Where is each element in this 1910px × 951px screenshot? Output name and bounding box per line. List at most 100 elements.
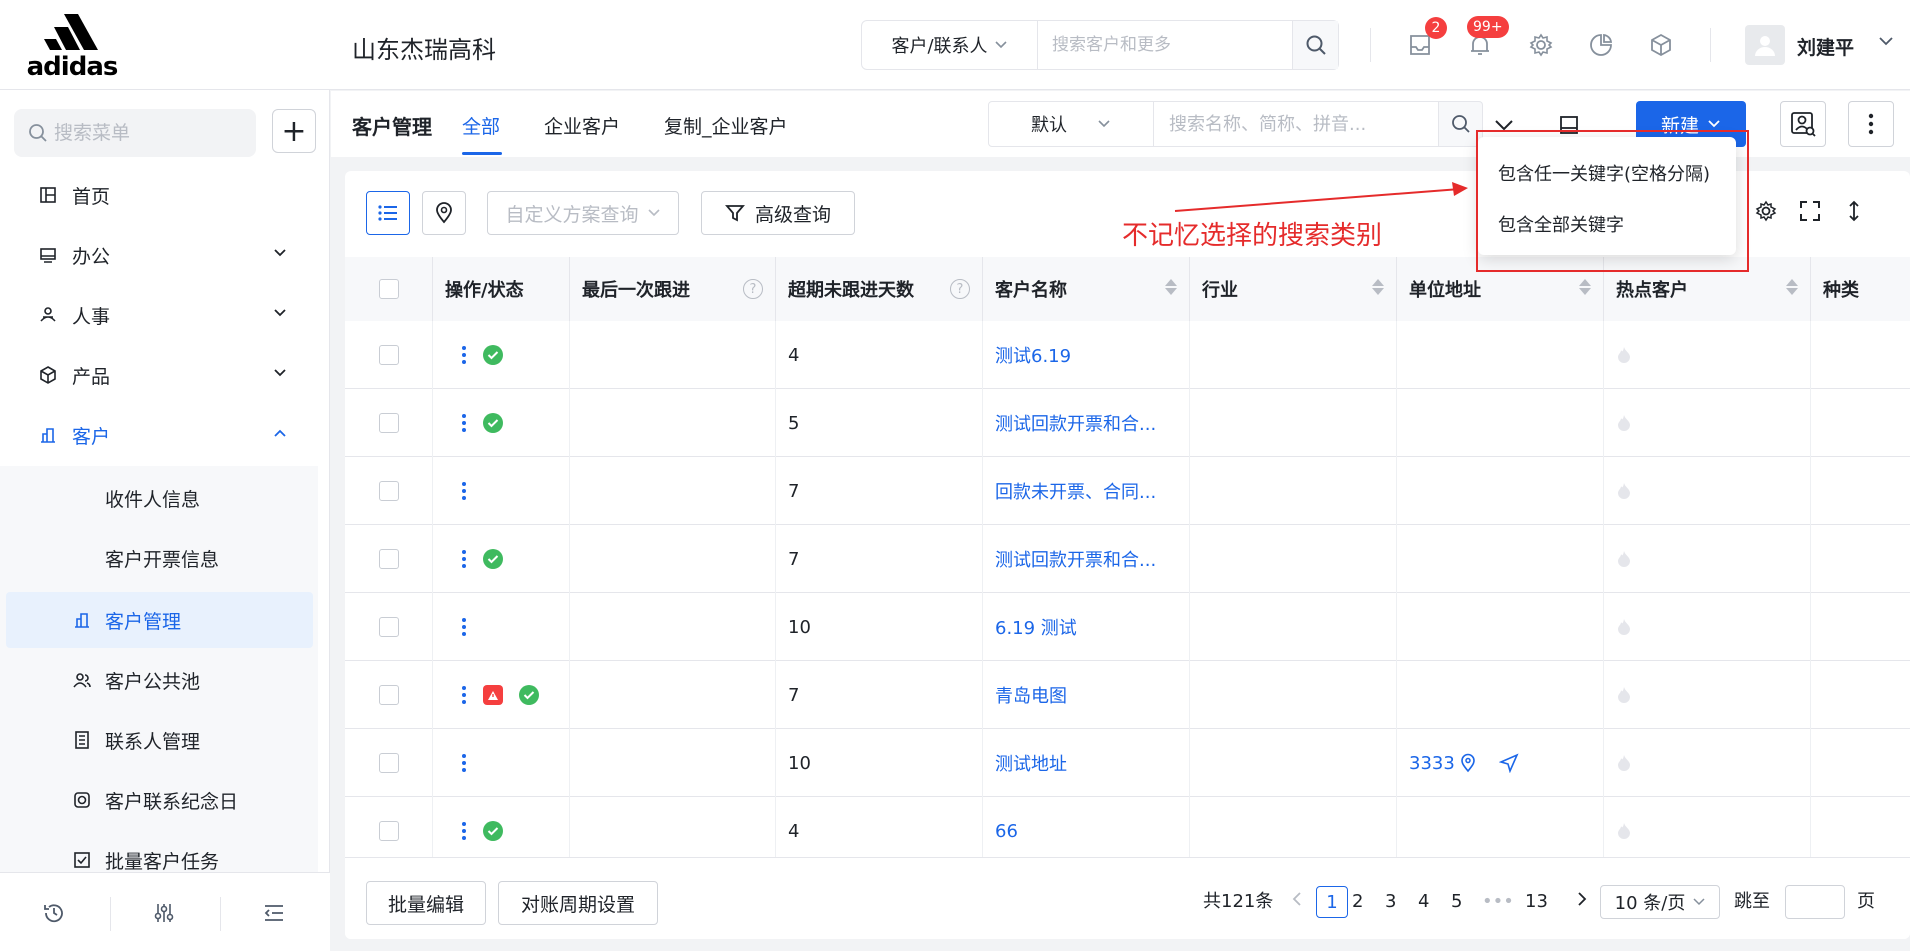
sidebar-item-invoice-info[interactable]: 客户开票信息 — [6, 530, 313, 586]
more-options-button[interactable] — [1848, 101, 1894, 147]
advanced-query-button[interactable]: 高级查询 — [701, 191, 855, 235]
sidebar-item-product[interactable]: 产品 — [0, 347, 330, 403]
tab-enterprise-customer[interactable]: 企业客户 — [544, 112, 620, 139]
address-link[interactable]: 3333 — [1409, 753, 1455, 774]
sidebar-item-customer[interactable]: 客户 — [0, 407, 330, 463]
sidebar-item-customer-management[interactable]: 客户管理 — [6, 592, 313, 648]
more-vertical-icon[interactable] — [461, 414, 467, 432]
row-checkbox[interactable] — [378, 549, 399, 569]
more-vertical-icon[interactable] — [461, 550, 467, 568]
sidebar-item-anniversary[interactable]: 客户联系纪念日 — [6, 772, 313, 828]
page-number[interactable]: 4 — [1418, 886, 1429, 918]
flame-icon[interactable] — [1616, 346, 1632, 364]
row-checkbox[interactable] — [378, 413, 399, 433]
more-vertical-icon[interactable] — [461, 822, 467, 840]
sidebar-item-contacts[interactable]: 联系人管理 — [6, 712, 313, 768]
customer-name-link[interactable]: 青岛电图 — [995, 682, 1067, 708]
location-pin-icon[interactable] — [1459, 753, 1477, 773]
sort-icon[interactable] — [1165, 279, 1177, 295]
column-header-customer-name[interactable]: 客户名称 — [983, 257, 1190, 321]
flame-icon[interactable] — [1616, 414, 1632, 432]
company-logo[interactable]: adidas — [22, 12, 122, 82]
app-button[interactable] — [1646, 30, 1676, 60]
column-header-overdue-days[interactable]: 超期未跟进天数? — [776, 257, 983, 321]
page-number[interactable]: 2 — [1352, 886, 1363, 918]
page-ellipsis[interactable]: ••• — [1482, 886, 1514, 918]
batch-edit-button[interactable]: 批量编辑 — [366, 881, 486, 925]
list-view-button[interactable] — [366, 191, 410, 235]
column-settings-button[interactable] — [1753, 198, 1779, 224]
sort-icon[interactable] — [1372, 279, 1384, 295]
row-checkbox[interactable] — [378, 345, 399, 365]
customer-name-link[interactable]: 测试地址 — [995, 750, 1067, 776]
adjust-button[interactable] — [150, 899, 178, 927]
custom-query-select[interactable]: 自定义方案查询 — [487, 191, 679, 235]
next-page-button[interactable] — [1576, 886, 1588, 918]
more-vertical-icon[interactable] — [461, 346, 467, 364]
sidebar-item-home[interactable]: 首页 — [0, 167, 330, 223]
send-icon[interactable] — [1498, 753, 1519, 773]
history-button[interactable] — [40, 899, 68, 927]
more-vertical-icon[interactable] — [461, 618, 467, 636]
customer-name-link[interactable]: 66 — [995, 821, 1018, 842]
page-number[interactable]: 1 — [1316, 886, 1348, 918]
add-menu-button[interactable]: + — [272, 109, 316, 153]
page-size-select[interactable]: 10 条/页 — [1600, 885, 1720, 919]
column-header-category[interactable]: 种类 — [1811, 257, 1910, 321]
menu-search-input[interactable] — [54, 122, 234, 144]
map-view-button[interactable] — [422, 191, 466, 235]
page-number[interactable]: 5 — [1451, 886, 1462, 918]
customer-name-link[interactable]: 6.19 测试 — [995, 614, 1077, 640]
jump-page-input[interactable] — [1785, 885, 1845, 919]
settings-button[interactable] — [1526, 30, 1556, 60]
help-icon[interactable]: ? — [743, 279, 763, 299]
avatar[interactable] — [1745, 25, 1785, 65]
search-type-select[interactable]: 客户/联系人 — [862, 21, 1038, 69]
more-vertical-icon[interactable] — [461, 754, 467, 772]
list-search-input[interactable] — [1153, 102, 1438, 146]
row-checkbox[interactable] — [378, 481, 399, 501]
period-setting-button[interactable]: 对账周期设置 — [498, 881, 658, 925]
user-menu-toggle[interactable] — [1878, 33, 1894, 54]
column-header-last-followup[interactable]: 最后一次跟进? — [570, 257, 776, 321]
flame-icon[interactable] — [1616, 618, 1632, 636]
customer-name-link[interactable]: 测试回款开票和合... — [995, 546, 1156, 572]
row-checkbox[interactable] — [378, 685, 399, 705]
customer-name-link[interactable]: 测试6.19 — [995, 342, 1071, 368]
user-name[interactable]: 刘建平 — [1797, 33, 1854, 60]
customer-lookup-button[interactable] — [1780, 101, 1826, 147]
prev-page-button[interactable] — [1291, 886, 1303, 918]
sidebar-item-public-pool[interactable]: 客户公共池 — [6, 652, 313, 708]
row-checkbox[interactable] — [378, 821, 399, 841]
flame-icon[interactable] — [1616, 686, 1632, 704]
tab-all[interactable]: 全部 — [462, 112, 500, 139]
table-row[interactable]: 10 6.19 测试 — [345, 593, 1910, 661]
collapse-sidebar-button[interactable] — [260, 899, 288, 927]
table-row[interactable]: 5 测试回款开票和合... — [345, 389, 1910, 457]
table-row[interactable]: 7 测试回款开票和合... — [345, 525, 1910, 593]
sidebar-item-personnel[interactable]: 人事 — [0, 287, 330, 343]
sort-icon[interactable] — [1579, 279, 1591, 295]
sidebar-item-office[interactable]: 办公 — [0, 227, 330, 283]
page-number[interactable]: 3 — [1385, 886, 1396, 918]
sort-icon[interactable] — [1786, 279, 1798, 295]
global-search-input[interactable] — [1038, 21, 1292, 69]
flame-icon[interactable] — [1616, 482, 1632, 500]
row-checkbox[interactable] — [378, 753, 399, 773]
more-vertical-icon[interactable] — [461, 482, 467, 500]
table-row[interactable]: 4 66 — [345, 797, 1910, 865]
sidebar-item-recipient-info[interactable]: 收件人信息 — [6, 470, 313, 526]
flame-icon[interactable] — [1616, 550, 1632, 568]
fullscreen-button[interactable] — [1797, 198, 1823, 224]
row-height-button[interactable] — [1841, 198, 1867, 224]
select-all-checkbox[interactable] — [378, 279, 399, 299]
row-checkbox[interactable] — [378, 617, 399, 637]
global-search-button[interactable] — [1292, 21, 1338, 69]
customer-name-link[interactable]: 测试回款开票和合... — [995, 410, 1156, 436]
table-row[interactable]: 7 回款未开票、合同... — [345, 457, 1910, 525]
customer-name-link[interactable]: 回款未开票、合同... — [995, 478, 1156, 504]
flame-icon[interactable] — [1616, 754, 1632, 772]
help-icon[interactable]: ? — [950, 279, 970, 299]
table-row[interactable]: 10 测试地址 3333 — [345, 729, 1910, 797]
page-number[interactable]: 13 — [1525, 886, 1548, 918]
